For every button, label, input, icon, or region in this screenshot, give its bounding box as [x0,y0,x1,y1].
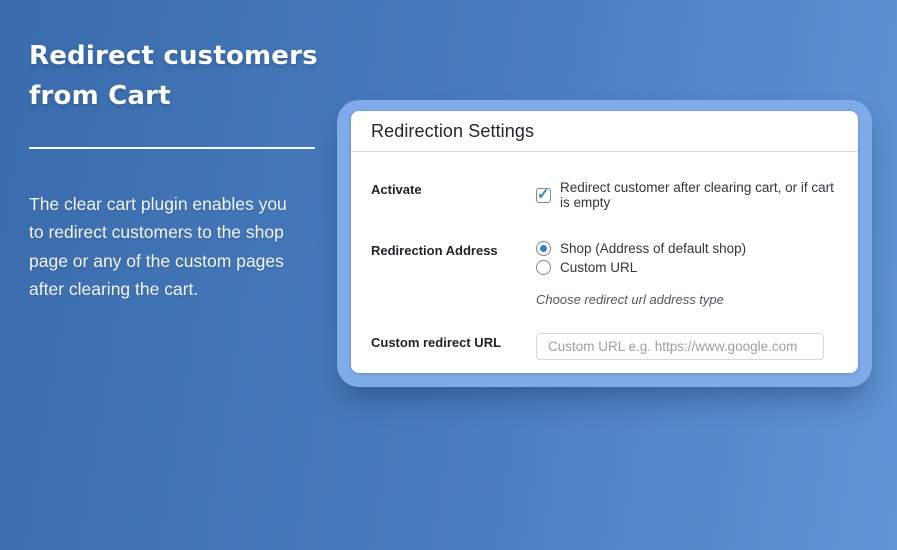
redirection-address-row: Redirection Address Shop (Address of def… [371,241,838,279]
activate-value: Redirect customer after clearing cart, o… [536,180,838,210]
activate-checkbox[interactable] [536,185,551,203]
hero-section: Redirect customers from Cart The clear c… [29,36,324,304]
custom-redirect-url-value [536,333,838,360]
settings-card-body: Activate Redirect customer after clearin… [351,180,858,360]
activate-row: Activate Redirect customer after clearin… [371,180,838,210]
page-title-line2: from Cart [29,81,171,111]
radio-option-custom-url[interactable]: Custom URL [536,260,838,275]
radio-option-shop[interactable]: Shop (Address of default shop) [536,241,838,256]
page-title-line1: Redirect customers [29,41,318,71]
redirection-settings-panel: Redirection Settings Activate Redirect c… [337,100,872,387]
custom-url-radio[interactable] [536,260,551,275]
custom-redirect-url-row: Custom redirect URL [371,333,838,360]
activate-label: Activate [371,182,422,197]
custom-redirect-url-input[interactable] [536,333,824,360]
redirect-type-hint: Choose redirect url address type [536,292,724,307]
settings-card: Redirection Settings Activate Redirect c… [351,111,858,373]
activate-checkbox-label[interactable]: Redirect customer after clearing cart, o… [560,180,838,210]
shop-radio-label[interactable]: Shop (Address of default shop) [560,241,746,256]
custom-redirect-url-label: Custom redirect URL [371,335,502,350]
page-title: Redirect customers from Cart [29,36,324,116]
hero-description: The clear cart plugin enables you to red… [29,194,287,300]
activate-checkbox-line[interactable]: Redirect customer after clearing cart, o… [536,180,838,210]
settings-title: Redirection Settings [371,121,535,141]
custom-url-radio-label[interactable]: Custom URL [560,260,637,275]
redirection-address-label: Redirection Address [371,243,498,258]
redirection-address-value: Shop (Address of default shop) Custom UR… [536,241,838,279]
hero-divider [29,147,315,149]
shop-radio[interactable] [536,241,551,256]
settings-card-header: Redirection Settings [351,111,858,152]
